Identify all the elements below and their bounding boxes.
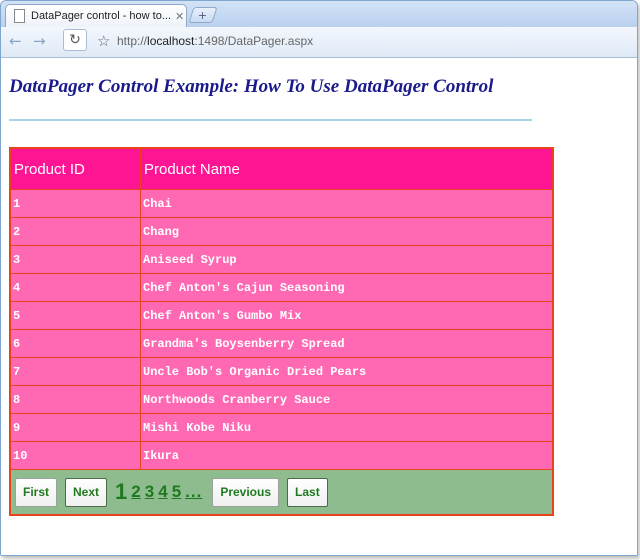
- page-link-4[interactable]: 4: [158, 482, 167, 502]
- url-scheme: http://: [117, 34, 148, 48]
- product-name-cell: Ikura: [140, 441, 554, 470]
- table-row: 6 Grandma's Boysenberry Spread: [9, 329, 554, 358]
- product-name-cell: Chef Anton's Gumbo Mix: [140, 301, 554, 330]
- first-page-button[interactable]: First: [15, 477, 58, 507]
- product-id-cell: 3: [9, 245, 141, 274]
- product-id-cell: 1: [9, 189, 141, 218]
- page-link-2[interactable]: 2: [131, 482, 140, 502]
- product-name-cell: Chai: [140, 189, 554, 218]
- reload-icon: ↻: [69, 32, 81, 48]
- product-id-cell: 10: [9, 441, 141, 470]
- page-link-5[interactable]: 5: [172, 482, 181, 502]
- product-name-cell: Aniseed Syrup: [140, 245, 554, 274]
- page-link-3[interactable]: 3: [145, 482, 154, 502]
- table-header-row: Product ID Product Name: [9, 147, 554, 190]
- tab-title: DataPager control - how to...: [31, 10, 171, 22]
- address-bar[interactable]: http://localhost:1498/DataPager.aspx: [117, 32, 627, 50]
- product-id-cell: 9: [9, 413, 141, 442]
- browser-window: DataPager control - how to... ✕ + ← → ↻ …: [0, 0, 638, 556]
- table-row: 3 Aniseed Syrup: [9, 245, 554, 274]
- table-row: 4 Chef Anton's Cajun Seasoning: [9, 273, 554, 302]
- table-row: 1 Chai: [9, 189, 554, 218]
- product-name-cell: Chang: [140, 217, 554, 246]
- url-path: :1498/DataPager.aspx: [194, 34, 314, 48]
- product-id-cell: 2: [9, 217, 141, 246]
- tab-strip: DataPager control - how to... ✕ +: [1, 1, 637, 27]
- table-row: 10 Ikura: [9, 441, 554, 470]
- product-id-cell: 6: [9, 329, 141, 358]
- table-row: 7 Uncle Bob's Organic Dried Pears: [9, 357, 554, 386]
- page-content: DataPager Control Example: How To Use Da…: [1, 58, 637, 555]
- column-header-product-id: Product ID: [9, 147, 141, 190]
- close-icon[interactable]: ✕: [175, 10, 184, 23]
- product-name-cell: Chef Anton's Cajun Seasoning: [140, 273, 554, 302]
- page-icon: [14, 9, 25, 23]
- product-name-cell: Grandma's Boysenberry Spread: [140, 329, 554, 358]
- star-icon[interactable]: ☆: [97, 33, 110, 49]
- plus-icon: +: [198, 8, 208, 22]
- next-page-button[interactable]: Next: [65, 477, 108, 507]
- product-id-cell: 8: [9, 385, 141, 414]
- product-id-cell: 4: [9, 273, 141, 302]
- last-page-button[interactable]: Last: [287, 477, 328, 507]
- url-host: localhost: [147, 34, 195, 48]
- reload-button[interactable]: ↻: [63, 29, 87, 51]
- product-name-cell: Uncle Bob's Organic Dried Pears: [140, 357, 554, 386]
- forward-arrow-icon[interactable]: →: [33, 33, 46, 49]
- table-row: 2 Chang: [9, 217, 554, 246]
- previous-page-button[interactable]: Previous: [212, 477, 280, 507]
- product-id-cell: 5: [9, 301, 141, 330]
- products-table: Product ID Product Name 1 Chai 2 Chang 3 An…: [9, 147, 554, 516]
- product-id-cell: 7: [9, 357, 141, 386]
- product-name-cell: Mishi Kobe Niku: [140, 413, 554, 442]
- product-name-cell: Northwoods Cranberry Sauce: [140, 385, 554, 414]
- back-arrow-icon[interactable]: ←: [9, 33, 22, 49]
- table-row: 8 Northwoods Cranberry Sauce: [9, 385, 554, 414]
- column-header-product-name: Product Name: [140, 147, 554, 190]
- table-row: 9 Mishi Kobe Niku: [9, 413, 554, 442]
- more-pages-link[interactable]: ...: [185, 482, 202, 502]
- browser-toolbar: ← → ↻ ☆ http://localhost:1498/DataPager.…: [1, 27, 637, 58]
- data-pager: First Next 1 2 3 4 5 ... Previous Last: [15, 470, 552, 514]
- table-row: 5 Chef Anton's Gumbo Mix: [9, 301, 554, 330]
- pager-row: First Next 1 2 3 4 5 ... Previous Last: [9, 469, 554, 516]
- horizontal-rule: [9, 119, 532, 121]
- current-page-number: 1: [115, 479, 128, 504]
- new-tab-button[interactable]: +: [188, 7, 218, 23]
- page-title: DataPager Control Example: How To Use Da…: [9, 76, 494, 97]
- pager-cell: First Next 1 2 3 4 5 ... Previous Last: [9, 469, 554, 516]
- browser-tab[interactable]: DataPager control - how to... ✕: [5, 4, 187, 27]
